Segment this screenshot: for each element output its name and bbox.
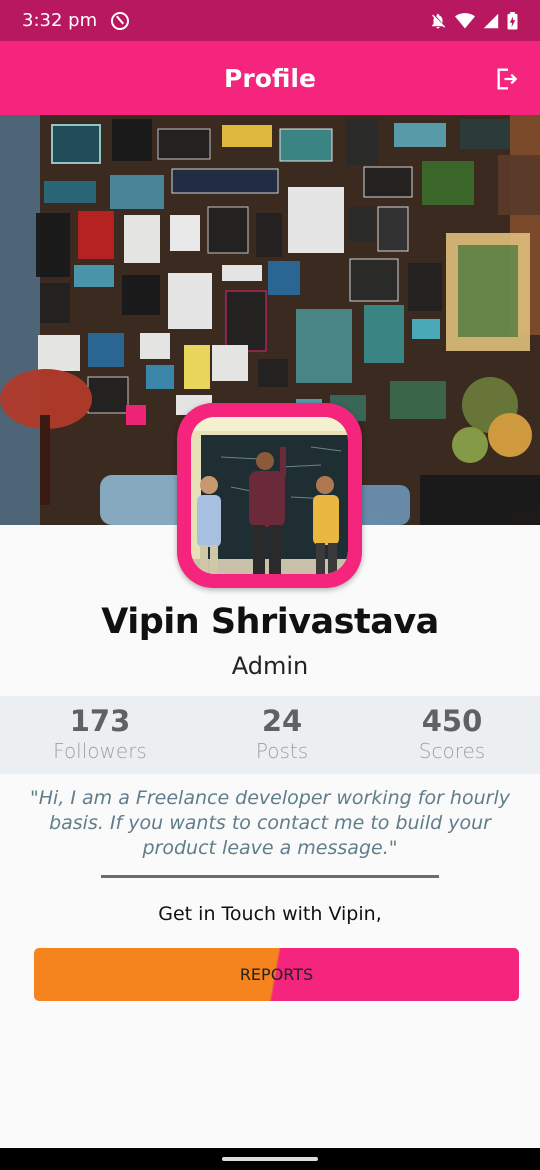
profile-role: Admin [231,652,309,680]
stat-label: Followers [53,739,147,763]
notifications-off-icon [432,13,446,28]
divider [101,875,439,878]
signal-icon [483,13,499,28]
home-gesture-handle[interactable] [222,1157,318,1161]
stat-followers[interactable]: 173 Followers [10,696,190,763]
stat-scores[interactable]: 450 Scores [362,696,540,763]
status-bar: 3:32 pm [0,0,540,41]
stat-label: Scores [418,739,486,763]
logout-icon[interactable] [494,65,522,93]
stat-value: 24 [261,704,303,738]
status-icons [429,11,518,30]
bio-quote: "Hi, I am a Freelance developer working … [30,787,510,859]
contact-text: Get in Touch with Vipin, [158,903,382,925]
page-title: Profile [224,63,316,93]
battery-icon [507,11,518,30]
stat-posts[interactable]: 24 Posts [192,696,372,763]
avatar-photo [191,417,348,574]
wifi-icon [455,12,475,28]
stat-label: Posts [255,739,309,763]
app-bar: Profile [0,41,540,115]
stats-bar: 173 Followers 24 Posts 450 Scores [0,696,540,774]
stat-value: 450 [421,704,483,738]
navigation-bar [0,1148,540,1170]
profile-name: Vipin Shrivastava [101,602,439,642]
stat-value: 173 [69,704,131,738]
sync-icon [111,11,130,30]
reports-button[interactable]: REPORTS [34,948,519,1001]
status-time: 3:32 pm [22,10,98,31]
avatar-image [191,417,348,574]
avatar[interactable] [177,403,362,588]
